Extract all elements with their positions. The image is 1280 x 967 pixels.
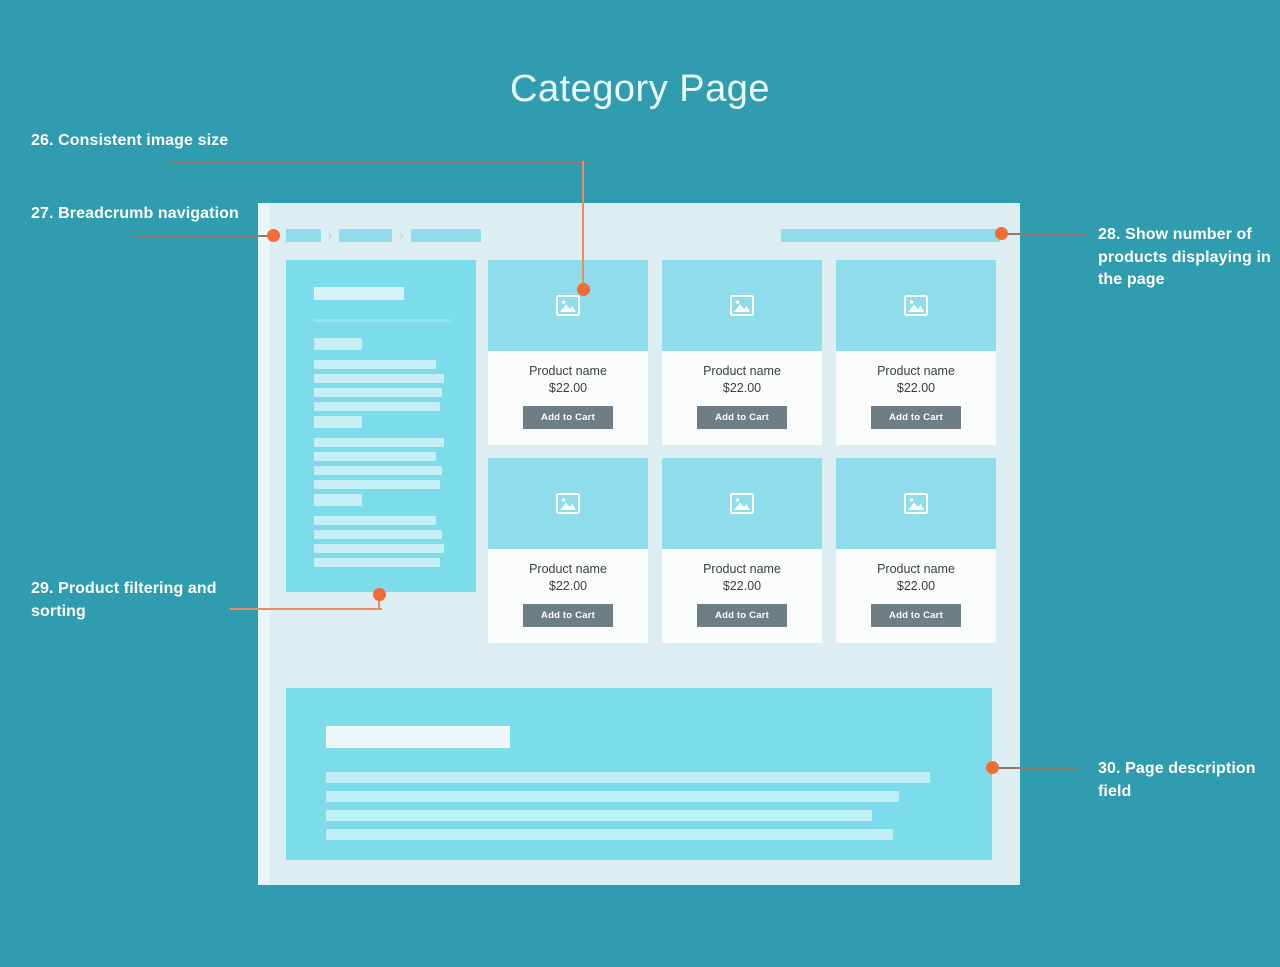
filter-option[interactable] [314,530,442,539]
annotation-26-dot [577,283,590,296]
product-card-body: Product name $22.00 Add to Cart [662,351,822,445]
page-title: Category Page [510,68,770,110]
filter-group-2[interactable] [314,416,454,494]
product-price: $22.00 [548,579,588,593]
add-to-cart-button[interactable]: Add to Cart [871,604,961,627]
filter-group-1-heading [314,338,362,350]
breadcrumb[interactable]: › › [286,229,481,242]
chevron-right-icon: › [399,228,404,243]
product-card[interactable]: Product name $22.00 Add to Cart [836,458,996,643]
product-name: Product name [877,364,955,378]
annotation-26-connector-horizontal [169,161,588,163]
filter-group-3-heading [314,494,362,506]
product-filter-sidebar[interactable] [286,260,476,592]
description-line [326,829,893,840]
product-price: $22.00 [722,381,762,395]
filter-group-1[interactable] [314,338,454,416]
product-image-placeholder [662,458,822,549]
breadcrumb-item-3[interactable] [410,229,481,242]
filter-option[interactable] [314,438,444,447]
product-card-body: Product name $22.00 Add to Cart [836,351,996,445]
product-name: Product name [529,562,607,576]
description-line [326,772,930,783]
annotation-28-connector [1005,233,1085,235]
product-price: $22.00 [722,579,762,593]
product-card-body: Product name $22.00 Add to Cart [488,549,648,643]
product-count-bar [781,229,1000,242]
annotation-26-connector-vertical [582,161,584,293]
product-name: Product name [703,364,781,378]
product-card[interactable]: Product name $22.00 Add to Cart [662,458,822,643]
product-card[interactable]: Product name $22.00 Add to Cart [662,260,822,445]
image-placeholder-icon [730,295,754,316]
annotation-28-label: 28. Show number of products displaying i… [1098,226,1271,289]
annotation-30-connector [998,767,1078,769]
filter-option[interactable] [314,360,436,369]
product-card-body: Product name $22.00 Add to Cart [488,351,648,445]
filter-option[interactable] [314,388,442,397]
annotation-30-label: 30. Page description field [1098,760,1256,800]
annotation-28-dot [995,227,1008,240]
image-placeholder-icon [904,295,928,316]
filter-option[interactable] [314,466,442,475]
filter-option[interactable] [314,516,436,525]
page-description-field[interactable] [286,688,992,860]
filter-option[interactable] [314,374,444,383]
filter-option[interactable] [314,480,440,489]
image-placeholder-icon [556,295,580,316]
filter-group-3[interactable] [314,494,454,572]
product-price: $22.00 [896,579,936,593]
wireframe-left-strip [258,203,270,885]
product-name: Product name [703,562,781,576]
product-card[interactable]: Product name $22.00 Add to Cart [836,260,996,445]
description-line [326,810,872,821]
product-image-placeholder [836,458,996,549]
add-to-cart-button[interactable]: Add to Cart [523,604,613,627]
sidebar-title-placeholder [314,287,404,300]
annotation-26-label: 26. Consistent image size [31,132,229,149]
add-to-cart-button[interactable]: Add to Cart [697,604,787,627]
breadcrumb-item-1[interactable] [286,229,321,242]
image-placeholder-icon [730,493,754,514]
product-card[interactable]: Product name $22.00 Add to Cart [488,458,648,643]
add-to-cart-button[interactable]: Add to Cart [523,406,613,429]
filter-group-2-heading [314,416,362,428]
product-name: Product name [529,364,607,378]
product-image-placeholder [488,260,648,351]
description-lines [326,772,930,848]
annotation-27-connector [134,235,274,237]
description-title-placeholder [326,726,510,748]
image-placeholder-icon [904,493,928,514]
annotation-29-connector-horizontal [230,608,382,610]
product-image-placeholder [662,260,822,351]
product-card-body: Product name $22.00 Add to Cart [662,549,822,643]
filter-option[interactable] [314,558,440,567]
annotation-30-dot [986,761,999,774]
product-image-placeholder [836,260,996,351]
add-to-cart-button[interactable]: Add to Cart [871,406,961,429]
product-image-placeholder [488,458,648,549]
product-card[interactable]: Product name $22.00 Add to Cart [488,260,648,445]
product-name: Product name [877,562,955,576]
filter-option[interactable] [314,544,444,553]
wireframe-topbar: › › [258,203,1020,260]
annotation-27-label: 27. Breadcrumb navigation [31,205,239,222]
product-card-body: Product name $22.00 Add to Cart [836,549,996,643]
product-price: $22.00 [896,381,936,395]
product-grid: Product name $22.00 Add to Cart Product … [488,260,998,643]
description-line [326,791,899,802]
chevron-right-icon: › [328,228,333,243]
product-price: $22.00 [548,381,588,395]
sidebar-divider [314,319,450,322]
filter-option[interactable] [314,402,440,411]
image-placeholder-icon [556,493,580,514]
filter-option[interactable] [314,452,436,461]
annotation-27-dot [267,229,280,242]
breadcrumb-item-2[interactable] [339,229,393,242]
annotation-29-label: 29. Product filtering and sorting [31,580,217,620]
wireframe-canvas: › › Product name $22.00 Add to Cart Prod… [258,203,1020,885]
add-to-cart-button[interactable]: Add to Cart [697,406,787,429]
annotation-29-dot [373,588,386,601]
